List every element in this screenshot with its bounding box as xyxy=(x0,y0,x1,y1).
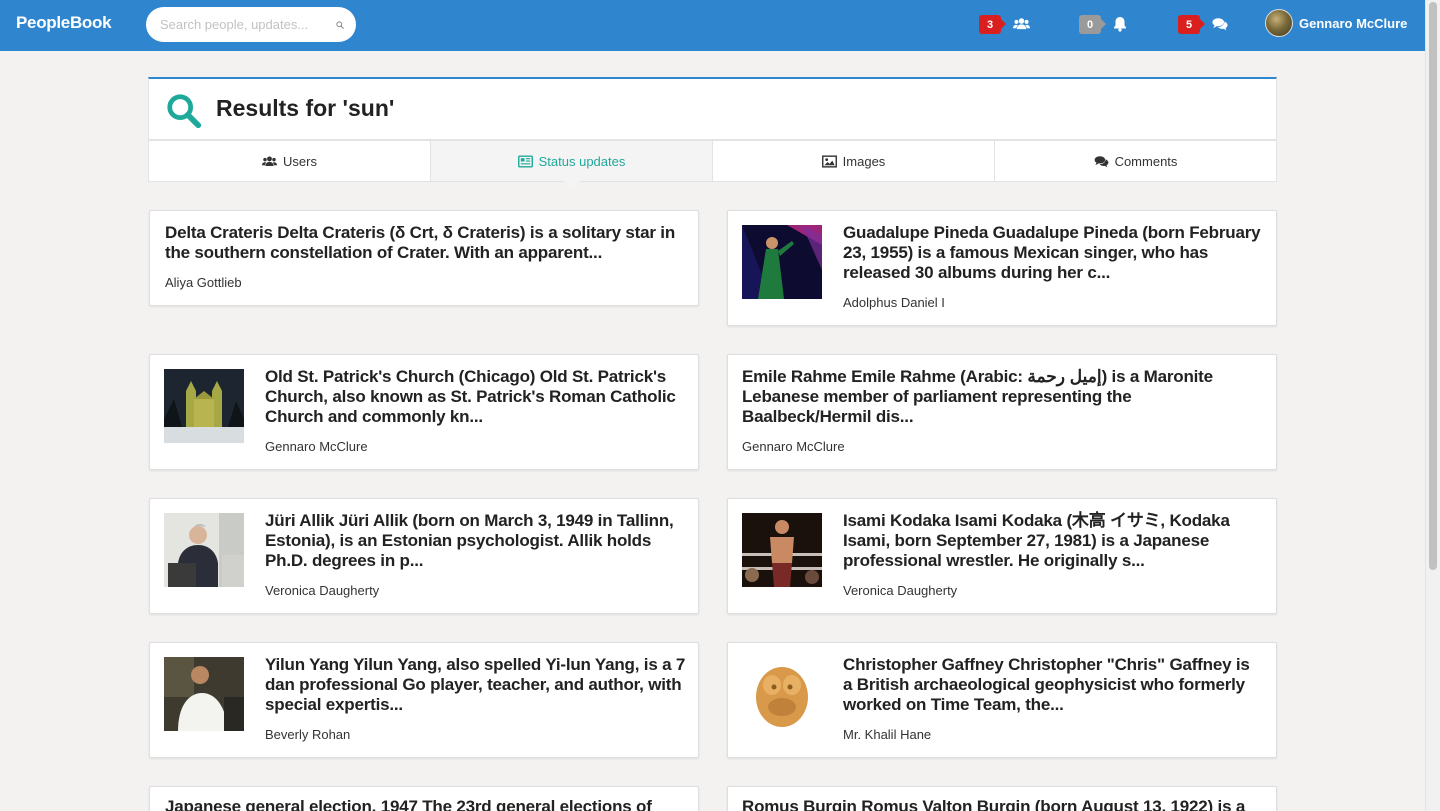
status-title[interactable]: Japanese general election, 1947 The 23rd… xyxy=(165,797,690,811)
comments-icon[interactable] xyxy=(1212,16,1228,32)
man-in-white-shirt-photo[interactable] xyxy=(164,657,244,731)
tab-users[interactable]: Users xyxy=(149,141,431,181)
status-author[interactable]: Gennaro McClure xyxy=(742,439,845,454)
clay-figure-photo[interactable] xyxy=(742,657,822,731)
tab-label: Status updates xyxy=(538,153,626,169)
search-icon[interactable] xyxy=(336,18,344,32)
status-title[interactable]: Jüri Allik Jüri Allik (born on March 3, … xyxy=(265,511,690,571)
status-author[interactable]: Veronica Daugherty xyxy=(843,583,957,598)
bell-icon[interactable] xyxy=(1113,16,1127,32)
wrestler-in-ring-photo[interactable] xyxy=(742,513,822,587)
status-author[interactable]: Veronica Daugherty xyxy=(265,583,379,598)
man-at-podium-photo[interactable] xyxy=(164,513,244,587)
tab-comments[interactable]: Comments xyxy=(995,141,1276,181)
tab-status-updates[interactable]: Status updates xyxy=(431,141,713,189)
status-title[interactable]: Romus Burgin Romus Valton Burgin (born A… xyxy=(742,797,1262,811)
status-card[interactable]: Delta Crateris Delta Crateris (δ Crt, δ … xyxy=(149,210,699,306)
status-title[interactable]: Guadalupe Pineda Guadalupe Pineda (born … xyxy=(843,223,1263,283)
scrollbar-thumb[interactable] xyxy=(1429,2,1437,570)
search-icon xyxy=(167,94,202,129)
tab-label: Comments xyxy=(1114,153,1178,169)
search-box[interactable] xyxy=(146,7,356,42)
singer-on-stage-photo[interactable] xyxy=(742,225,822,299)
status-card[interactable]: Yilun Yang Yilun Yang, also spelled Yi-l… xyxy=(149,642,699,758)
friend-requests-badge[interactable]: 3 xyxy=(979,15,1006,34)
brand-logo[interactable]: PeopleBook xyxy=(16,13,112,33)
notifications-badge[interactable]: 0 xyxy=(1079,15,1106,34)
status-author[interactable]: Adolphus Daniel I xyxy=(843,295,945,310)
user-menu[interactable]: Gennaro McClure xyxy=(1265,9,1407,37)
avatar[interactable] xyxy=(1265,9,1293,37)
church-at-night-photo[interactable] xyxy=(164,369,244,443)
status-title[interactable]: Old St. Patrick's Church (Chicago) Old S… xyxy=(265,367,685,427)
status-card[interactable]: Isami Kodaka Isami Kodaka (木高 イサミ, Kodak… xyxy=(727,498,1277,614)
status-author[interactable]: Gennaro McClure xyxy=(265,439,368,454)
tab-label: Users xyxy=(283,153,317,169)
status-title[interactable]: Emile Rahme Emile Rahme (Arabic: إميل رح… xyxy=(742,367,1262,427)
tab-images[interactable]: Images xyxy=(713,141,995,181)
status-card[interactable]: Romus Burgin Romus Valton Burgin (born A… xyxy=(727,786,1277,811)
status-title[interactable]: Yilun Yang Yilun Yang, also spelled Yi-l… xyxy=(265,655,690,715)
image-icon xyxy=(821,154,837,168)
messages-badge[interactable]: 5 xyxy=(1178,15,1205,34)
status-card[interactable]: Japanese general election, 1947 The 23rd… xyxy=(149,786,699,811)
results-header: Results for 'sun' xyxy=(148,77,1277,140)
users-icon[interactable] xyxy=(1013,16,1030,32)
status-author[interactable]: Beverly Rohan xyxy=(265,727,350,742)
status-card[interactable]: Old St. Patrick's Church (Chicago) Old S… xyxy=(149,354,699,470)
results-tabs: Users Status updates Images Comments xyxy=(148,140,1277,189)
users-icon xyxy=(262,155,278,166)
comments-icon xyxy=(1094,155,1108,167)
user-name[interactable]: Gennaro McClure xyxy=(1299,16,1407,31)
page-scrollbar[interactable] xyxy=(1425,0,1440,811)
newspaper-icon xyxy=(517,154,533,168)
search-input[interactable] xyxy=(160,17,336,32)
top-navbar: PeopleBook 3 0 5 Gennaro McClure xyxy=(0,0,1425,51)
status-card[interactable]: Guadalupe Pineda Guadalupe Pineda (born … xyxy=(727,210,1277,326)
status-card[interactable]: Christopher Gaffney Christopher "Chris" … xyxy=(727,642,1277,758)
status-title[interactable]: Isami Kodaka Isami Kodaka (木高 イサミ, Kodak… xyxy=(843,511,1263,571)
status-title[interactable]: Christopher Gaffney Christopher "Chris" … xyxy=(843,655,1263,715)
status-title[interactable]: Delta Crateris Delta Crateris (δ Crt, δ … xyxy=(165,223,690,263)
status-author[interactable]: Mr. Khalil Hane xyxy=(843,727,931,742)
page-title: Results for 'sun' xyxy=(216,95,395,121)
status-author[interactable]: Aliya Gottlieb xyxy=(165,275,242,290)
status-card[interactable]: Jüri Allik Jüri Allik (born on March 3, … xyxy=(149,498,699,614)
status-card[interactable]: Emile Rahme Emile Rahme (Arabic: إميل رح… xyxy=(727,354,1277,470)
tab-label: Images xyxy=(842,153,886,169)
